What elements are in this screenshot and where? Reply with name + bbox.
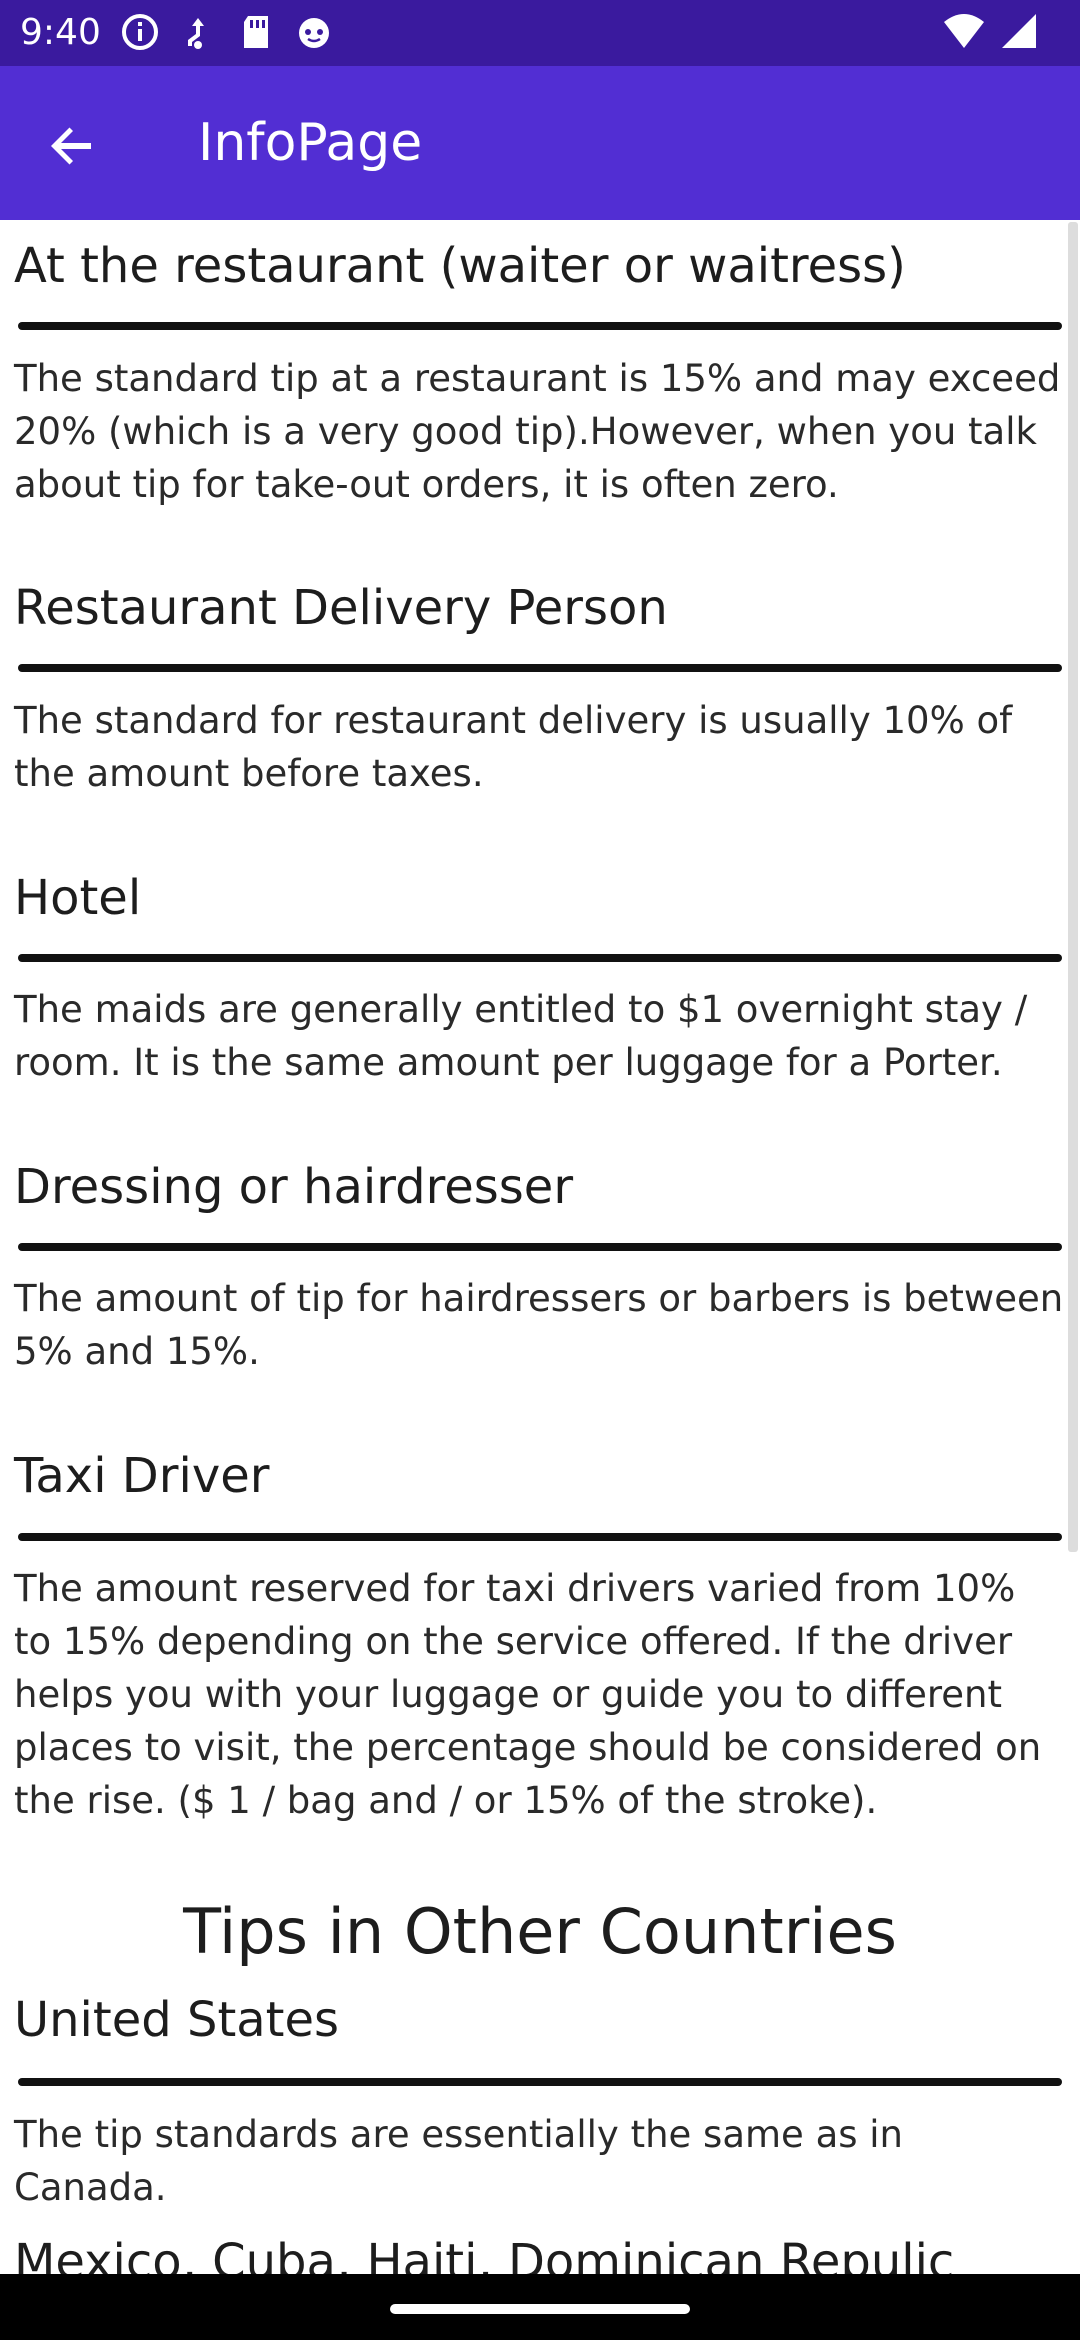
wifi-icon — [942, 12, 986, 56]
app-bar: InfoPage — [0, 66, 1080, 220]
status-bar: 9:40 — [0, 0, 1080, 66]
section-title-hotel: Hotel — [14, 870, 142, 926]
section-divider — [18, 2078, 1062, 2086]
home-gesture-handle[interactable] — [390, 2304, 690, 2314]
section-divider — [18, 322, 1062, 330]
scrollbar[interactable] — [1068, 222, 1078, 1552]
section-title-hairdresser: Dressing or hairdresser — [14, 1159, 574, 1215]
other-countries-heading: Tips in Other Countries — [183, 1895, 897, 1968]
usb-debug-icon — [178, 12, 218, 52]
system-nav-bar — [0, 2274, 1080, 2340]
status-system-icons — [942, 12, 1040, 56]
page-title: InfoPage — [198, 113, 423, 173]
section-divider — [18, 1243, 1062, 1251]
section-body-hairdresser: The amount of tip for hairdressers or ba… — [14, 1277, 1064, 1373]
section-title-delivery: Restaurant Delivery Person — [14, 580, 668, 636]
section-title-taxi: Taxi Driver — [14, 1448, 270, 1504]
cat-face-icon — [294, 12, 334, 52]
section-body-united-states: The tip standards are essentially the sa… — [14, 2113, 904, 2209]
section-divider — [18, 664, 1062, 672]
info-scroll-content[interactable]: At the restaurant (waiter or waitress) T… — [0, 220, 1080, 2274]
info-icon — [120, 12, 160, 52]
arrow-back-icon — [47, 121, 97, 175]
section-title-united-states: United States — [14, 1992, 340, 2048]
status-time: 9:40 — [20, 12, 101, 53]
section-body-restaurant: The standard tip at a restaurant is 15% … — [14, 357, 1061, 506]
section-body-delivery: The standard for restaurant delivery is … — [14, 699, 1013, 795]
sd-card-icon — [236, 12, 276, 52]
status-notification-icons — [120, 12, 334, 52]
back-button[interactable] — [30, 106, 114, 190]
section-body-taxi: The amount reserved for taxi drivers var… — [14, 1567, 1042, 1822]
section-body-hotel: The maids are generally entitled to $1 o… — [14, 988, 1028, 1084]
cellular-signal-icon — [1000, 12, 1040, 56]
section-title-restaurant: At the restaurant (waiter or waitress) — [14, 238, 906, 294]
section-divider — [18, 1533, 1062, 1541]
section-divider — [18, 954, 1062, 962]
section-title-mexico-caribbean: Mexico, Cuba, Haiti, Dominican Repulic — [14, 2234, 955, 2274]
